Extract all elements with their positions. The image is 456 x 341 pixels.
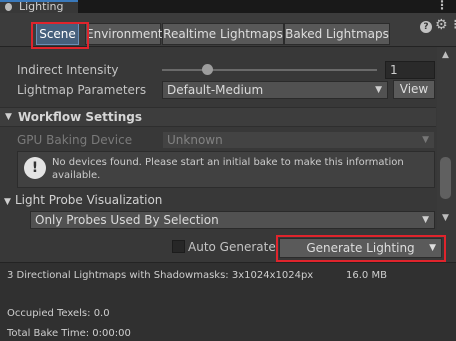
workflow-settings-header[interactable]: ▼ Workflow Settings bbox=[0, 107, 436, 127]
tab-baked-lightmaps[interactable]: Baked Lightmaps bbox=[284, 23, 390, 45]
view-button[interactable]: View bbox=[393, 80, 435, 99]
scrollbar[interactable] bbox=[437, 47, 456, 230]
indirect-intensity-field[interactable]: 1 bbox=[385, 61, 435, 79]
light-probe-visualization-dropdown[interactable]: Only Probes Used By Selection ▼ bbox=[30, 211, 435, 229]
total-bake-time: Total Bake Time: 0:00:00 bbox=[7, 328, 131, 339]
lightmap-parameters-label: Lightmap Parameters bbox=[17, 83, 147, 97]
foldout-expanded-icon[interactable]: ▼ bbox=[4, 197, 11, 207]
tab-realtime-lightmaps[interactable]: Realtime Lightmaps bbox=[162, 23, 284, 45]
gpu-baking-device-value: Unknown bbox=[167, 133, 223, 147]
scene-tab-highlight bbox=[31, 22, 89, 49]
lighting-bulb-icon bbox=[5, 3, 12, 11]
chevron-down-icon: ▼ bbox=[422, 215, 429, 225]
indirect-intensity-slider-handle[interactable] bbox=[202, 64, 213, 75]
window-tab-lighting[interactable]: Lighting bbox=[0, 0, 78, 13]
lightmaps-summary: 3 Directional Lightmaps with Shadowmasks… bbox=[7, 270, 314, 281]
scrollbar-thumb[interactable] bbox=[440, 157, 451, 199]
kebab-menu-icon[interactable]: ⋮ bbox=[450, 18, 456, 31]
gpu-baking-device-dropdown: Unknown ▼ bbox=[162, 131, 435, 149]
lightmap-parameters-value: Default-Medium bbox=[167, 83, 264, 97]
indirect-intensity-slider-track[interactable] bbox=[162, 69, 377, 71]
info-message: No devices found. Please start an initia… bbox=[52, 157, 404, 181]
chevron-down-icon: ▼ bbox=[422, 135, 429, 145]
scroll-down-icon[interactable]: ▼ bbox=[442, 213, 449, 223]
info-icon: ! bbox=[24, 157, 46, 179]
lightmaps-size: 16.0 MB bbox=[346, 270, 387, 281]
gear-icon[interactable]: ⚙ bbox=[435, 17, 448, 33]
indirect-intensity-label: Indirect Intensity bbox=[17, 63, 119, 77]
lightmap-parameters-dropdown[interactable]: Default-Medium ▼ bbox=[162, 81, 388, 99]
window-title: Lighting bbox=[19, 0, 64, 13]
tab-environment[interactable]: Environment bbox=[85, 23, 163, 45]
occupied-texels: Occupied Texels: 0.0 bbox=[7, 308, 110, 319]
window-menu-icon[interactable]: ⋮ bbox=[436, 0, 448, 11]
help-icon[interactable]: ? bbox=[420, 21, 432, 33]
foldout-expanded-icon: ▼ bbox=[5, 112, 12, 122]
light-probe-visualization-label[interactable]: Light Probe Visualization bbox=[15, 193, 162, 207]
workflow-settings-title: Workflow Settings bbox=[18, 110, 142, 124]
auto-generate-label: Auto Generate bbox=[188, 240, 276, 254]
auto-generate-checkbox[interactable] bbox=[172, 240, 185, 253]
scroll-up-icon[interactable]: ▲ bbox=[442, 50, 449, 60]
light-probe-visualization-value: Only Probes Used By Selection bbox=[35, 213, 219, 227]
generate-lighting-highlight bbox=[276, 235, 446, 262]
chevron-down-icon: ▼ bbox=[375, 85, 382, 95]
gpu-baking-device-label: GPU Baking Device bbox=[17, 133, 133, 147]
